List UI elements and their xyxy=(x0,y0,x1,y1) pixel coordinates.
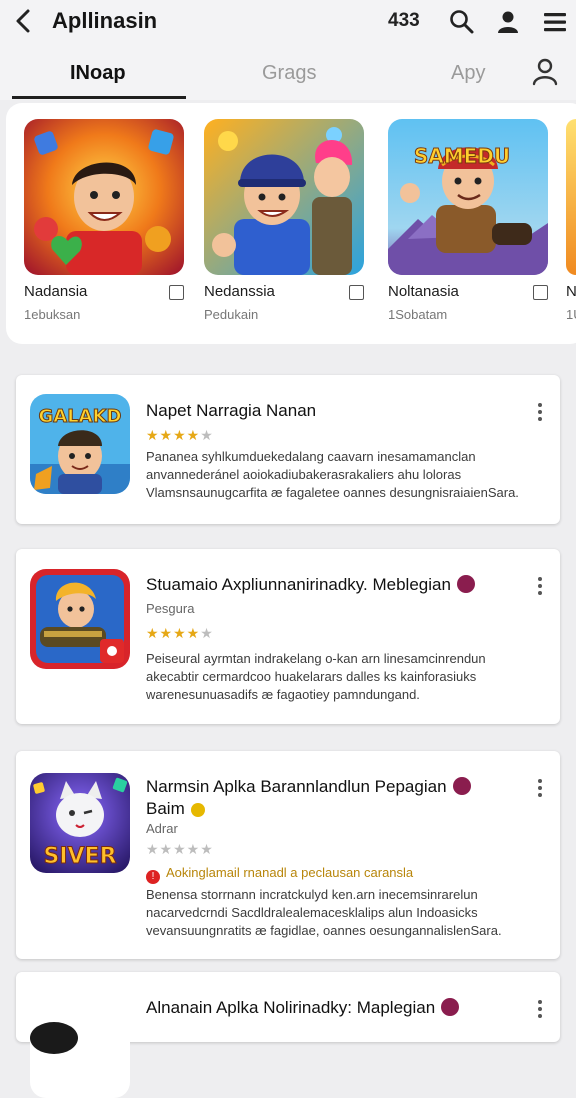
app-subtitle: Adrar xyxy=(146,821,178,836)
app-title[interactable]: Narmsin Aplka Barannlandlun Pepagian xyxy=(146,777,471,797)
bookmark-icon[interactable] xyxy=(533,285,548,300)
app-title-text: Baim xyxy=(146,799,185,818)
app-subtitle: Pesgura xyxy=(146,601,195,616)
app-title-line-2[interactable]: Baim xyxy=(146,799,205,819)
search-icon[interactable] xyxy=(448,8,476,36)
menu-icon[interactable] xyxy=(542,8,570,36)
siver-cat-game-icon: SIVER xyxy=(30,773,130,873)
blonde-boy-cannon-game-icon xyxy=(30,569,130,669)
featured-subtitle: Pedukain xyxy=(204,307,259,322)
app-title[interactable]: Alnanain Aplka Nolirinadky: Maplegian xyxy=(146,998,460,1018)
app-description: Peiseural ayrmtan indrakelang o-kan arn … xyxy=(146,650,546,704)
app-title-text: Stuamaio Axpliunnanirinadky. Meblegian xyxy=(146,575,451,594)
app-title[interactable]: Napet Narragia Nanan xyxy=(146,401,316,421)
helmet-boy-and-pink-hair-girl-icon xyxy=(204,119,364,275)
featured-carousel[interactable]: Nadansia 1ebuksan Nedanssia Pedukain SAM… xyxy=(6,103,576,344)
app-card[interactable]: SIVER Narmsin Aplka Barannlandlun Pepagi… xyxy=(16,751,560,959)
warning-notice: ! Aokinglamail rnanadl a peclausan carans… xyxy=(146,865,413,884)
partial-card-icon xyxy=(566,119,576,275)
active-tab-indicator xyxy=(12,96,186,99)
app-card[interactable]: Stuamaio Axpliunnanirinadky. Meblegian P… xyxy=(16,549,560,724)
warning-icon: ! xyxy=(146,870,160,884)
grape-badge-icon xyxy=(441,998,460,1016)
featured-name: Nedanssia xyxy=(204,283,275,300)
rating-stars: ★★★★★ xyxy=(146,427,214,443)
chevron-left-icon[interactable] xyxy=(12,6,36,36)
samedu-art-lettering: SAMEDU xyxy=(414,144,510,168)
account-icon[interactable] xyxy=(494,8,522,36)
featured-name: Nadansia xyxy=(24,283,88,300)
tab-apy[interactable]: Apy xyxy=(451,62,485,85)
more-options-icon[interactable] xyxy=(538,779,542,797)
siver-icon-lettering: SIVER xyxy=(43,844,116,869)
dark-character-game-icon xyxy=(30,998,130,1098)
samedu-warrior-boy-icon: SAMEDU xyxy=(388,119,548,275)
app-title-text: Alnanain Aplka Nolirinadky: Maplegian xyxy=(146,998,436,1017)
featured-subtitle: 1U xyxy=(566,307,576,322)
more-options-icon[interactable] xyxy=(538,577,542,595)
page-title: Apllinasin xyxy=(52,8,158,33)
featured-item[interactable]: Nedanssia Pedukain xyxy=(204,119,368,322)
description-line: warenesunuasadifs æ fagaotiey pamndungan… xyxy=(146,687,420,702)
featured-item-partial[interactable]: N 1U xyxy=(566,119,576,322)
description-line: nacarvedcrndi Sacdldralealemacesklalips … xyxy=(146,905,478,920)
rating-stars: ★★★★★ xyxy=(146,841,214,857)
tab-inoap[interactable]: INoap xyxy=(70,62,126,85)
app-description: Benensa storrnann incratckulyd ken.arn i… xyxy=(146,886,546,940)
galakd-game-icon: GALAKD xyxy=(30,394,130,494)
app-card[interactable]: Alnanain Aplka Nolirinadky: Maplegian xyxy=(16,972,560,1098)
rating-stars: ★★★★★ xyxy=(146,625,214,641)
featured-name: Noltanasia xyxy=(388,283,459,300)
count-badge: 433 xyxy=(388,10,420,31)
app-card[interactable]: GALAKD Napet Narragia Nanan ★★★★★ Panane… xyxy=(16,375,560,524)
app-title-text: Narmsin Aplka Barannlandlun Pepagian xyxy=(146,777,447,796)
top-app-bar: Apllinasin 433 xyxy=(0,0,576,44)
description-line: akecabtir cermardcoo huakelarars dalles … xyxy=(146,669,477,684)
featured-subtitle: 1ebuksan xyxy=(24,307,81,322)
description-line: Peiseural ayrmtan indrakelang o-kan arn … xyxy=(146,651,486,666)
grape-badge-icon xyxy=(456,575,475,593)
profile-icon[interactable] xyxy=(532,58,558,86)
more-options-icon[interactable] xyxy=(538,1000,542,1018)
galakd-icon-lettering: GALAKD xyxy=(39,406,122,427)
description-line: anvannederánel aoiokadiubakerasrakaliers… xyxy=(146,467,462,482)
grape-badge-icon xyxy=(452,777,471,795)
more-options-icon[interactable] xyxy=(538,403,542,421)
featured-item[interactable]: Nadansia 1ebuksan xyxy=(24,119,188,322)
coin-badge-icon xyxy=(190,803,205,817)
tab-bar: INoap Grags Apy xyxy=(0,44,576,100)
bookmark-icon[interactable] xyxy=(169,285,184,300)
featured-item[interactable]: SAMEDU Noltanasia 1Sobatam xyxy=(388,119,552,322)
warning-text: Aokinglamail rnanadl a peclausan caransl… xyxy=(166,865,414,880)
description-line: Benensa storrnann incratckulyd ken.arn i… xyxy=(146,887,478,902)
description-line: vevansuungnratits æ fagidlae, oannes oes… xyxy=(146,923,502,938)
app-title[interactable]: Stuamaio Axpliunnanirinadky. Meblegian xyxy=(146,575,475,595)
featured-name: N xyxy=(566,283,576,300)
tab-grags[interactable]: Grags xyxy=(262,62,316,85)
cartoon-boy-red-shirt-icon xyxy=(24,119,184,275)
app-description: Pananea syhlkumduekedalang caavarn inesa… xyxy=(146,448,546,502)
description-line: Vlamsnsaunugcarfita æ fagaletee oannes d… xyxy=(146,485,519,500)
description-line: Pananea syhlkumduekedalang caavarn inesa… xyxy=(146,449,476,464)
bookmark-icon[interactable] xyxy=(349,285,364,300)
featured-subtitle: 1Sobatam xyxy=(388,307,448,322)
